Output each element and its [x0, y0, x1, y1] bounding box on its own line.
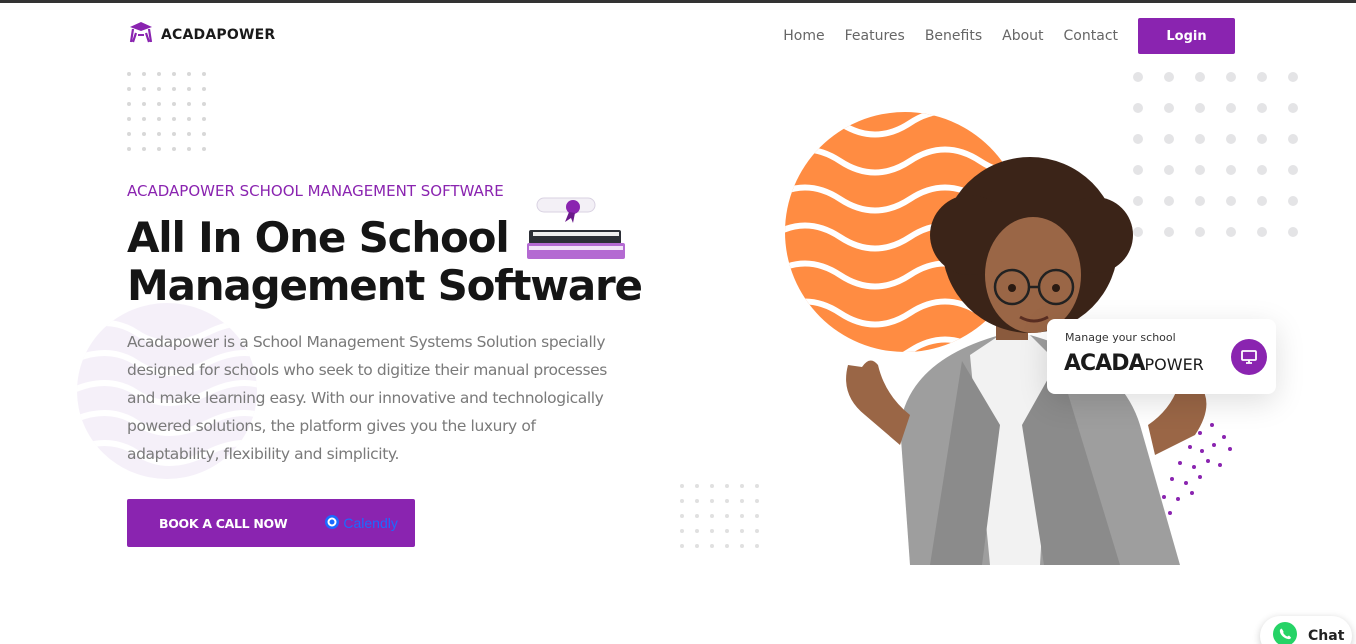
hero-eyebrow: ACADAPOWER SCHOOL MANAGEMENT SOFTWARE	[127, 182, 504, 200]
login-button[interactable]: Login	[1138, 18, 1235, 54]
dot-grid-decoration	[127, 72, 217, 162]
nav-home[interactable]: Home	[783, 19, 824, 54]
book-call-button[interactable]: BOOK A CALL NOW Calendly	[127, 499, 415, 547]
card-brand: ACADAPOWER	[1064, 351, 1204, 376]
hero-description: Acadapower is a School Management System…	[127, 333, 607, 463]
card-subtitle: Manage your school	[1065, 331, 1176, 344]
brand-card: Manage your school ACADAPOWER	[1047, 319, 1276, 394]
nav-features[interactable]: Features	[845, 19, 905, 54]
brand-logo[interactable]: ACADAPOWER	[127, 20, 275, 49]
calendly-icon	[324, 514, 340, 533]
card-brand-bold: ACADA	[1064, 351, 1145, 376]
cta-label: BOOK A CALL NOW	[159, 515, 288, 531]
calendly-text: Calendly	[343, 515, 398, 531]
brand-name: ACADAPOWER	[161, 26, 276, 43]
card-brand-light: POWER	[1144, 355, 1204, 374]
nav-benefits[interactable]: Benefits	[925, 19, 982, 54]
monitor-icon	[1231, 339, 1267, 375]
chat-widget[interactable]: Chat	[1260, 616, 1352, 644]
chat-label: Chat	[1308, 628, 1345, 644]
graduation-cap-icon	[127, 20, 155, 49]
nav-about[interactable]: About	[1002, 19, 1043, 54]
nav-contact[interactable]: Contact	[1064, 19, 1118, 54]
calendly-badge: Calendly	[324, 514, 398, 533]
whatsapp-icon	[1272, 621, 1298, 644]
books-icon	[525, 192, 629, 271]
top-border	[0, 0, 1356, 3]
main-nav: Home Features Benefits About Contact Log…	[783, 18, 1235, 54]
